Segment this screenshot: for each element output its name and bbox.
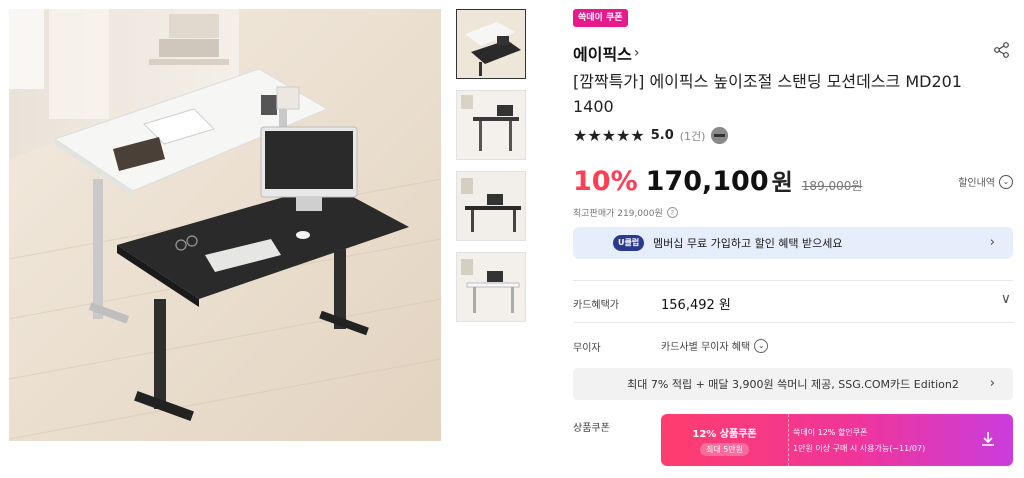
thumbnail-4[interactable] <box>456 252 526 322</box>
reviewer-photo-icon <box>711 127 729 144</box>
rating-summary: ★★★★★ 5.0 (1건) <box>573 126 729 145</box>
max-price-info: 최고판매가 219,000원 ? <box>573 206 678 219</box>
thumbnail-image <box>457 10 525 78</box>
chevron-right-icon: › <box>989 235 995 250</box>
download-icon <box>982 432 994 446</box>
card-benefit-price: 156,492 원 <box>661 298 731 313</box>
card-benefit-expand-icon[interactable]: ∨ <box>1001 291 1011 307</box>
price-row: 10% 170,100 원 189,000원 <box>573 163 1013 197</box>
uclub-banner[interactable]: U클럽 멤버십 무료 가입하고 할인 혜택 받으세요 › <box>573 227 1013 259</box>
review-count-link[interactable]: (1건) <box>680 128 706 144</box>
thumbnail-image <box>457 172 525 240</box>
coupon-summary: 12% 상품쿠폰 최대 5만원 <box>661 414 789 466</box>
product-title: [깜짝특가] 에이픽스 높이조절 스탠딩 모션데스크 MD201 1400 <box>573 72 962 116</box>
discount-detail-label: 할인내역 <box>958 178 995 189</box>
divider <box>573 280 1013 281</box>
coupon-max: 최대 5만원 <box>699 442 750 456</box>
ssg-card-text: 최대 7% 적립 + 매달 3,900원 쓱머니 제공, SSG.COM카드 E… <box>627 378 959 391</box>
thumbnail-image <box>457 253 525 321</box>
thumbnail-2[interactable] <box>456 90 526 160</box>
currency-label: 원 <box>771 170 793 196</box>
event-badge: 쓱데이 쿠폰 <box>573 9 628 27</box>
chevron-right-icon: › <box>989 376 995 391</box>
coupon-label: 상품쿠폰 <box>573 423 610 434</box>
no-interest-toggle[interactable]: 카드사별 무이자 혜택 ⌄ <box>661 338 769 353</box>
coupon-download-button[interactable]: 12% 상품쿠폰 최대 5만원 쓱데이 12% 할인쿠폰 1만원 이상 구매 시… <box>661 414 1013 466</box>
coupon-detail: 쓱데이 12% 할인쿠폰 1만원 이상 구매 시 사용가능(~11/07) <box>793 427 925 454</box>
star-rating-icon: ★★★★★ <box>573 126 645 145</box>
divider <box>573 322 1013 323</box>
no-interest-label: 무이자 <box>573 343 601 354</box>
sale-price: 170,100 <box>645 166 769 197</box>
uclub-badge: U클럽 <box>613 235 645 251</box>
no-interest-text: 카드사별 무이자 혜택 <box>661 342 751 353</box>
chevron-down-icon: ⌄ <box>999 174 1013 189</box>
share-icon[interactable] <box>993 41 1011 59</box>
reviewer-avatar[interactable] <box>711 127 729 144</box>
coupon-title: 12% 상품쿠폰 <box>692 428 757 440</box>
discount-detail-toggle[interactable]: 할인내역 ⌄ <box>958 174 1013 189</box>
card-benefit-label: 카드혜택가 <box>573 300 619 311</box>
thumbnail-image <box>457 91 525 159</box>
main-product-image[interactable] <box>9 9 441 441</box>
coupon-name: 쓱데이 12% 할인쿠폰 <box>793 428 868 437</box>
thumbnail-1[interactable] <box>456 9 526 79</box>
discount-rate: 10% <box>573 166 638 197</box>
thumbnail-list <box>456 9 526 333</box>
chevron-right-icon: › <box>633 45 640 61</box>
help-icon[interactable]: ? <box>666 207 678 218</box>
max-price-label: 최고판매가 219,000원 <box>573 209 663 219</box>
chevron-down-icon: ⌄ <box>754 338 769 353</box>
thumbnail-3[interactable] <box>456 171 526 241</box>
desk-scene-illustration <box>9 9 441 441</box>
brand-name: 에이픽스 <box>573 45 632 64</box>
rating-score: 5.0 <box>650 128 674 143</box>
coupon-condition: 1만원 이상 구매 시 사용가능(~11/07) <box>793 444 926 453</box>
uclub-text: 멤버십 무료 가입하고 할인 혜택 받으세요 <box>653 237 843 250</box>
brand-link[interactable]: 에이픽스 › <box>573 41 640 65</box>
ssg-card-banner[interactable]: 최대 7% 적립 + 매달 3,900원 쓱머니 제공, SSG.COM카드 E… <box>573 368 1013 400</box>
product-info-panel: 쓱데이 쿠폰 에이픽스 › [깜짝특가] 에이픽스 높이조절 스탠딩 모션데스크… <box>573 0 1013 478</box>
original-price: 189,000원 <box>801 179 863 193</box>
